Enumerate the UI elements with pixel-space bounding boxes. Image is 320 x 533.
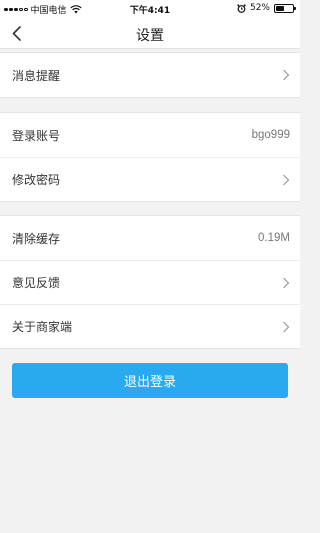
setting-row-about[interactable]: 关于商家端 <box>0 304 300 348</box>
setting-row-message-reminder[interactable]: 消息提醒 <box>0 53 300 97</box>
page-title: 设置 <box>136 28 164 44</box>
settings-group-misc: 清除缓存 0.19M 意见反馈 关于商家端 <box>0 215 300 349</box>
setting-row-clear-cache[interactable]: 清除缓存 0.19M <box>0 216 300 260</box>
logout-button[interactable]: 退出登录 <box>12 363 288 398</box>
chevron-right-icon <box>283 174 290 185</box>
account-value: bgo999 <box>251 129 290 141</box>
setting-row-change-password[interactable]: 修改密码 <box>0 157 300 201</box>
chevron-right-icon <box>283 277 290 288</box>
setting-row-feedback[interactable]: 意见反馈 <box>0 260 300 304</box>
battery-icon <box>274 3 296 13</box>
setting-label: 意见反馈 <box>12 276 61 290</box>
status-bar: 中国电信 下午4:41 52% <box>0 0 300 18</box>
cache-size-value: 0.19M <box>258 232 290 244</box>
setting-label: 修改密码 <box>12 173 61 187</box>
setting-label: 清除缓存 <box>12 231 61 246</box>
chevron-right-icon <box>283 69 290 81</box>
setting-label: 登录账号 <box>12 128 61 143</box>
setting-row-login-account[interactable]: 登录账号 bgo999 <box>0 113 300 157</box>
setting-label: 关于商家端 <box>12 320 73 334</box>
nav-bar: 设置 <box>0 18 300 49</box>
chevron-right-icon <box>283 321 290 332</box>
battery-percent: 52% <box>249 3 270 13</box>
settings-group-account: 登录账号 bgo999 修改密码 <box>0 112 300 202</box>
status-right: 52% <box>237 3 296 13</box>
battery-fill <box>276 5 285 11</box>
settings-group-notifications: 消息提醒 <box>0 52 300 98</box>
setting-label: 消息提醒 <box>12 68 61 83</box>
alarm-icon <box>237 3 246 13</box>
